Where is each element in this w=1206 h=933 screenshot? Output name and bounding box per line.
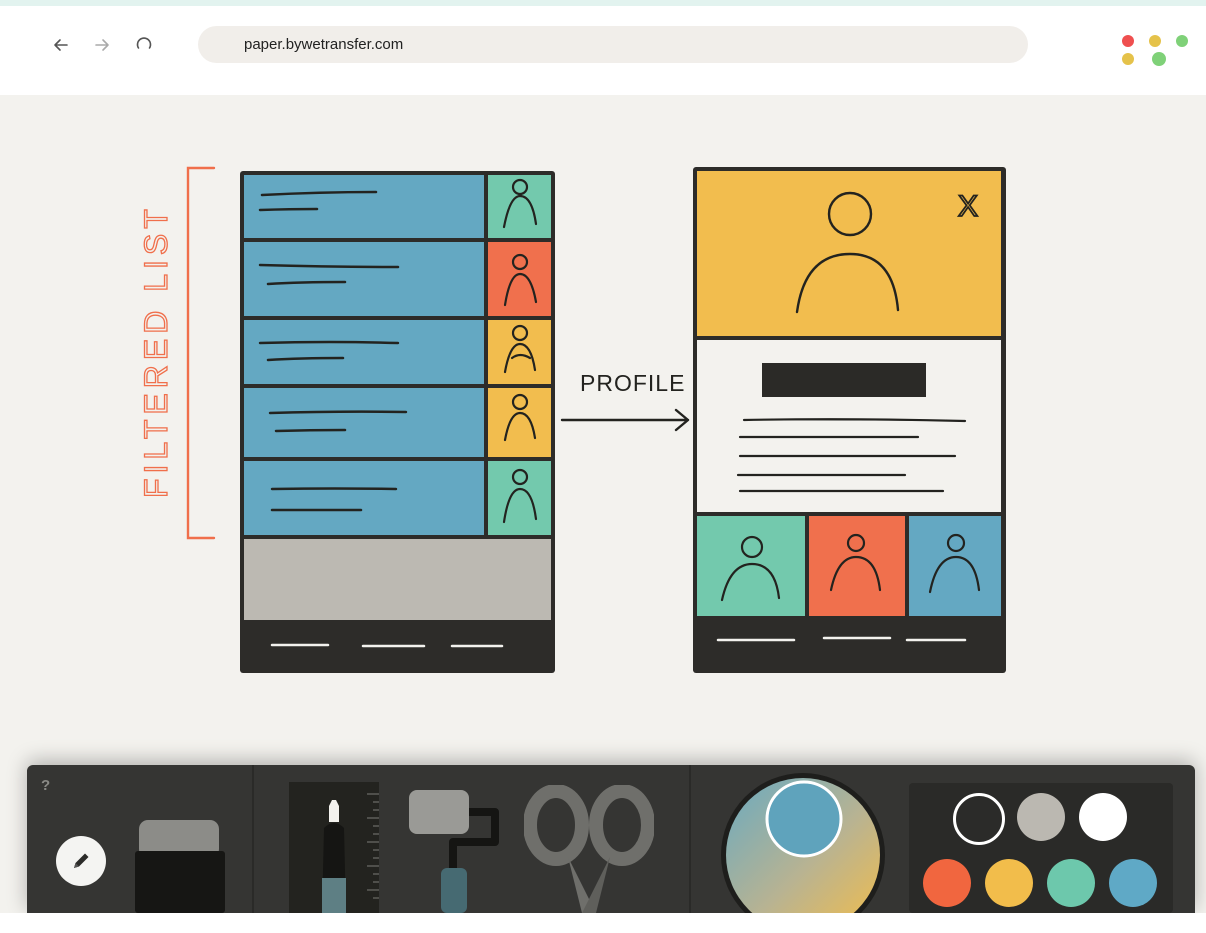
swatch-yellow[interactable] bbox=[985, 859, 1033, 907]
bracket bbox=[186, 166, 216, 540]
reload-icon[interactable] bbox=[133, 34, 155, 56]
scissors-tool[interactable] bbox=[523, 784, 655, 913]
color-palette bbox=[909, 783, 1173, 913]
browser-bar: paper.bywetransfer.com bbox=[0, 0, 1206, 95]
arrow-left-icon[interactable] bbox=[50, 34, 72, 56]
close-glyph: X bbox=[958, 190, 978, 223]
roller-tool[interactable] bbox=[407, 790, 507, 913]
arrow-label: PROFILE bbox=[580, 370, 685, 396]
arrow-right-icon[interactable] bbox=[91, 34, 113, 56]
url-text: paper.bywetransfer.com bbox=[244, 36, 404, 53]
dots-logo-icon[interactable] bbox=[1116, 34, 1196, 70]
swatch-grey[interactable] bbox=[1017, 793, 1065, 841]
tool-divider bbox=[689, 765, 691, 913]
profile-phone-sketch: X bbox=[693, 167, 1006, 673]
tool-tray: ? bbox=[27, 765, 1195, 913]
color-wheel[interactable] bbox=[715, 767, 887, 913]
pencil-icon[interactable] bbox=[56, 836, 106, 886]
bracket-label: FILTERED LIST bbox=[138, 204, 174, 498]
drawing-canvas[interactable]: FILTERED LIST PROFILE X ? bbox=[0, 95, 1206, 933]
tool-divider bbox=[252, 765, 254, 913]
eraser-tool[interactable] bbox=[135, 818, 225, 913]
selected-color-swatch bbox=[765, 780, 843, 858]
bottom-strip bbox=[0, 913, 1206, 933]
list-phone-sketch bbox=[240, 171, 555, 673]
swatch-red[interactable] bbox=[923, 859, 971, 907]
address-bar[interactable]: paper.bywetransfer.com bbox=[198, 26, 1028, 63]
swatch-green[interactable] bbox=[1047, 859, 1095, 907]
marker-tool[interactable] bbox=[315, 800, 355, 913]
help-button[interactable]: ? bbox=[41, 777, 50, 794]
swatch-blue[interactable] bbox=[1109, 859, 1157, 907]
swatch-white[interactable] bbox=[1079, 793, 1127, 841]
swatch-black[interactable] bbox=[953, 793, 1005, 845]
arrow bbox=[560, 408, 690, 432]
browser-top-accent bbox=[0, 0, 1206, 6]
